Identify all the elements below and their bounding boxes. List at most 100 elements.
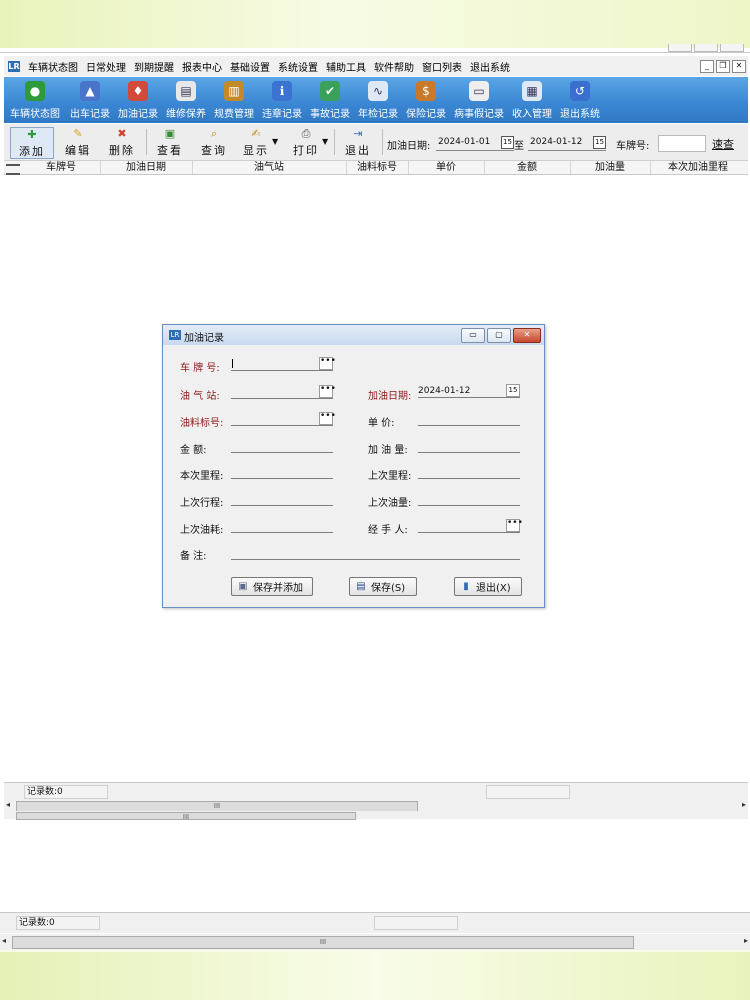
calendar-icon[interactable]: 15 <box>501 136 514 149</box>
query-button[interactable]: ⌕ 查询 <box>194 127 234 157</box>
column-plate[interactable]: 车牌号 <box>22 161 101 174</box>
dialog-title: 加油记录 <box>184 333 224 344</box>
save-button[interactable]: ▤ 保存(S) <box>349 577 417 596</box>
print-dropdown-icon[interactable]: ▼ <box>322 137 328 146</box>
dialog-title-bar[interactable]: LR 加油记录 ▭ ▢ ✕ <box>163 325 544 345</box>
trip-last-input[interactable] <box>231 493 333 506</box>
restore-icon[interactable]: ❐ <box>716 60 730 73</box>
edit-button[interactable]: ✎ 编辑 <box>58 127 98 157</box>
fees-icon: ▥ <box>224 81 244 101</box>
volume-input[interactable] <box>418 440 520 453</box>
save-and-add-button[interactable]: ▣ 保存并添加 <box>231 577 313 596</box>
module-label: 退出系统 <box>560 109 600 120</box>
horizontal-scrollbar[interactable]: ◂ III ▸ <box>4 800 748 812</box>
display-button[interactable]: ✍ 显示 <box>236 127 276 157</box>
module-button-maintenance[interactable]: ▤ 维修保养 <box>166 77 206 123</box>
scroll-left-icon[interactable]: ◂ <box>2 936 6 945</box>
plate-input[interactable]: ••• <box>231 357 336 371</box>
menu-item-daily[interactable]: 日常处理 <box>82 59 130 74</box>
consumption-last-input[interactable] <box>231 520 333 533</box>
save-label: 保存(S) <box>371 583 406 594</box>
maximize-icon[interactable]: ▢ <box>487 328 511 343</box>
menu-item-exit[interactable]: 退出系统 <box>466 59 514 74</box>
module-button-fuel[interactable]: ♦ 加油记录 <box>118 77 158 123</box>
fuel-date-input[interactable]: 2024-01-12 15 <box>418 384 520 398</box>
handler-label: 经 手 人: <box>368 525 408 536</box>
module-button-inspection[interactable]: ∿ 年检记录 <box>358 77 398 123</box>
column-unit-price[interactable]: 单价 <box>408 161 485 174</box>
delete-button[interactable]: ✖ 删除 <box>102 127 142 157</box>
column-station[interactable]: 油气站 <box>192 161 347 174</box>
grade-input[interactable]: ••• <box>231 412 336 426</box>
scrollbar-thumb[interactable]: III <box>16 812 356 821</box>
ellipsis-icon[interactable]: ••• <box>506 519 523 532</box>
unit-price-input[interactable] <box>418 413 520 426</box>
view-button[interactable]: ▣ 查看 <box>150 127 190 157</box>
ellipsis-icon[interactable]: ••• <box>319 385 336 398</box>
module-button-leave[interactable]: ▭ 病事假记录 <box>454 77 504 123</box>
module-button-insurance[interactable]: $ 保险记录 <box>406 77 446 123</box>
toolbar-separator <box>382 129 383 155</box>
print-button[interactable]: ⎙ 打印 <box>286 127 326 157</box>
add-button[interactable]: ✚ 添加 <box>10 127 54 159</box>
scroll-right-icon[interactable]: ▸ <box>744 936 748 945</box>
mileage-now-label: 本次里程: <box>180 471 224 482</box>
delete-label: 删除 <box>109 144 135 157</box>
minimize-icon[interactable]: _ <box>700 60 714 73</box>
exit-button[interactable]: ⇥ 退出 <box>338 127 378 157</box>
exit-dialog-button[interactable]: ▮ 退出(X) <box>454 577 522 596</box>
date-to-field[interactable]: 2024-01-12 15 <box>528 135 606 151</box>
menu-item-windows[interactable]: 窗口列表 <box>418 59 466 74</box>
column-grade[interactable]: 油料标号 <box>346 161 409 174</box>
menu-item-system-settings[interactable]: 系统设置 <box>274 59 322 74</box>
menu-item-reminders[interactable]: 到期提醒 <box>130 59 178 74</box>
scroll-left-icon[interactable]: ◂ <box>6 800 10 809</box>
calendar-icon[interactable]: 15 <box>593 136 606 149</box>
module-button-exit[interactable]: ↺ 退出系统 <box>560 77 600 123</box>
plate-filter-input[interactable] <box>658 135 706 152</box>
mileage-now-input[interactable] <box>231 466 333 479</box>
menu-item-basic-settings[interactable]: 基础设置 <box>226 59 274 74</box>
module-button-dispatch[interactable]: ▲ 出车记录 <box>70 77 110 123</box>
grade-label: 油料标号: <box>180 418 224 429</box>
module-button-vehicle-status[interactable]: ● 车辆状态图 <box>10 77 60 123</box>
ellipsis-icon[interactable]: ••• <box>319 357 336 370</box>
module-button-fees[interactable]: ▥ 规费管理 <box>214 77 254 123</box>
menu-item-vehicle-status[interactable]: 车辆状态图 <box>24 59 82 74</box>
module-button-accident[interactable]: ✔ 事故记录 <box>310 77 350 123</box>
fuel-last-input[interactable] <box>418 493 520 506</box>
fuel-record-dialog: LR 加油记录 ▭ ▢ ✕ 车 牌 号: ••• 油 气 站: ••• 油料标号… <box>162 324 545 608</box>
scroll-right-icon[interactable]: ▸ <box>742 800 746 809</box>
scrollbar-thumb[interactable]: III <box>12 936 634 949</box>
app-logo-icon: LR <box>169 330 181 340</box>
menu-item-reports[interactable]: 报表中心 <box>178 59 226 74</box>
menu-item-tools[interactable]: 辅助工具 <box>322 59 370 74</box>
menu-item-help[interactable]: 软件帮助 <box>370 59 418 74</box>
display-dropdown-icon[interactable]: ▼ <box>272 137 278 146</box>
outer-horizontal-scrollbar[interactable]: ◂ III ▸ <box>0 934 750 950</box>
ellipsis-icon[interactable]: ••• <box>319 412 336 425</box>
module-button-income[interactable]: ▦ 收入管理 <box>512 77 552 123</box>
remark-input[interactable] <box>231 547 520 560</box>
calendar-icon[interactable]: 15 <box>506 384 520 397</box>
station-input[interactable]: ••• <box>231 385 336 399</box>
column-amount[interactable]: 金额 <box>484 161 571 174</box>
mileage-last-input[interactable] <box>418 466 520 479</box>
module-button-violation[interactable]: ℹ 违章记录 <box>262 77 302 123</box>
query-icon: ⌕ <box>210 127 218 140</box>
horizontal-scrollbar-secondary[interactable]: III <box>4 811 748 821</box>
handler-input[interactable]: ••• <box>418 519 523 533</box>
insurance-icon: $ <box>416 81 436 101</box>
column-fuel-date[interactable]: 加油日期 <box>100 161 193 174</box>
column-mileage[interactable]: 本次加油里程 <box>650 161 746 174</box>
grid-menu-icon[interactable] <box>6 164 20 175</box>
date-from-field[interactable]: 2024-01-01 15 <box>436 135 514 151</box>
fast-search-button[interactable]: 速查 <box>712 136 734 152</box>
close-icon[interactable]: ✕ <box>513 328 541 343</box>
amount-input[interactable] <box>231 440 333 453</box>
minimize-icon[interactable]: ▭ <box>461 328 485 343</box>
column-volume[interactable]: 加油量 <box>570 161 651 174</box>
print-label: 打印 <box>293 144 319 157</box>
close-icon[interactable]: ✕ <box>732 60 746 73</box>
text-cursor <box>232 359 233 368</box>
